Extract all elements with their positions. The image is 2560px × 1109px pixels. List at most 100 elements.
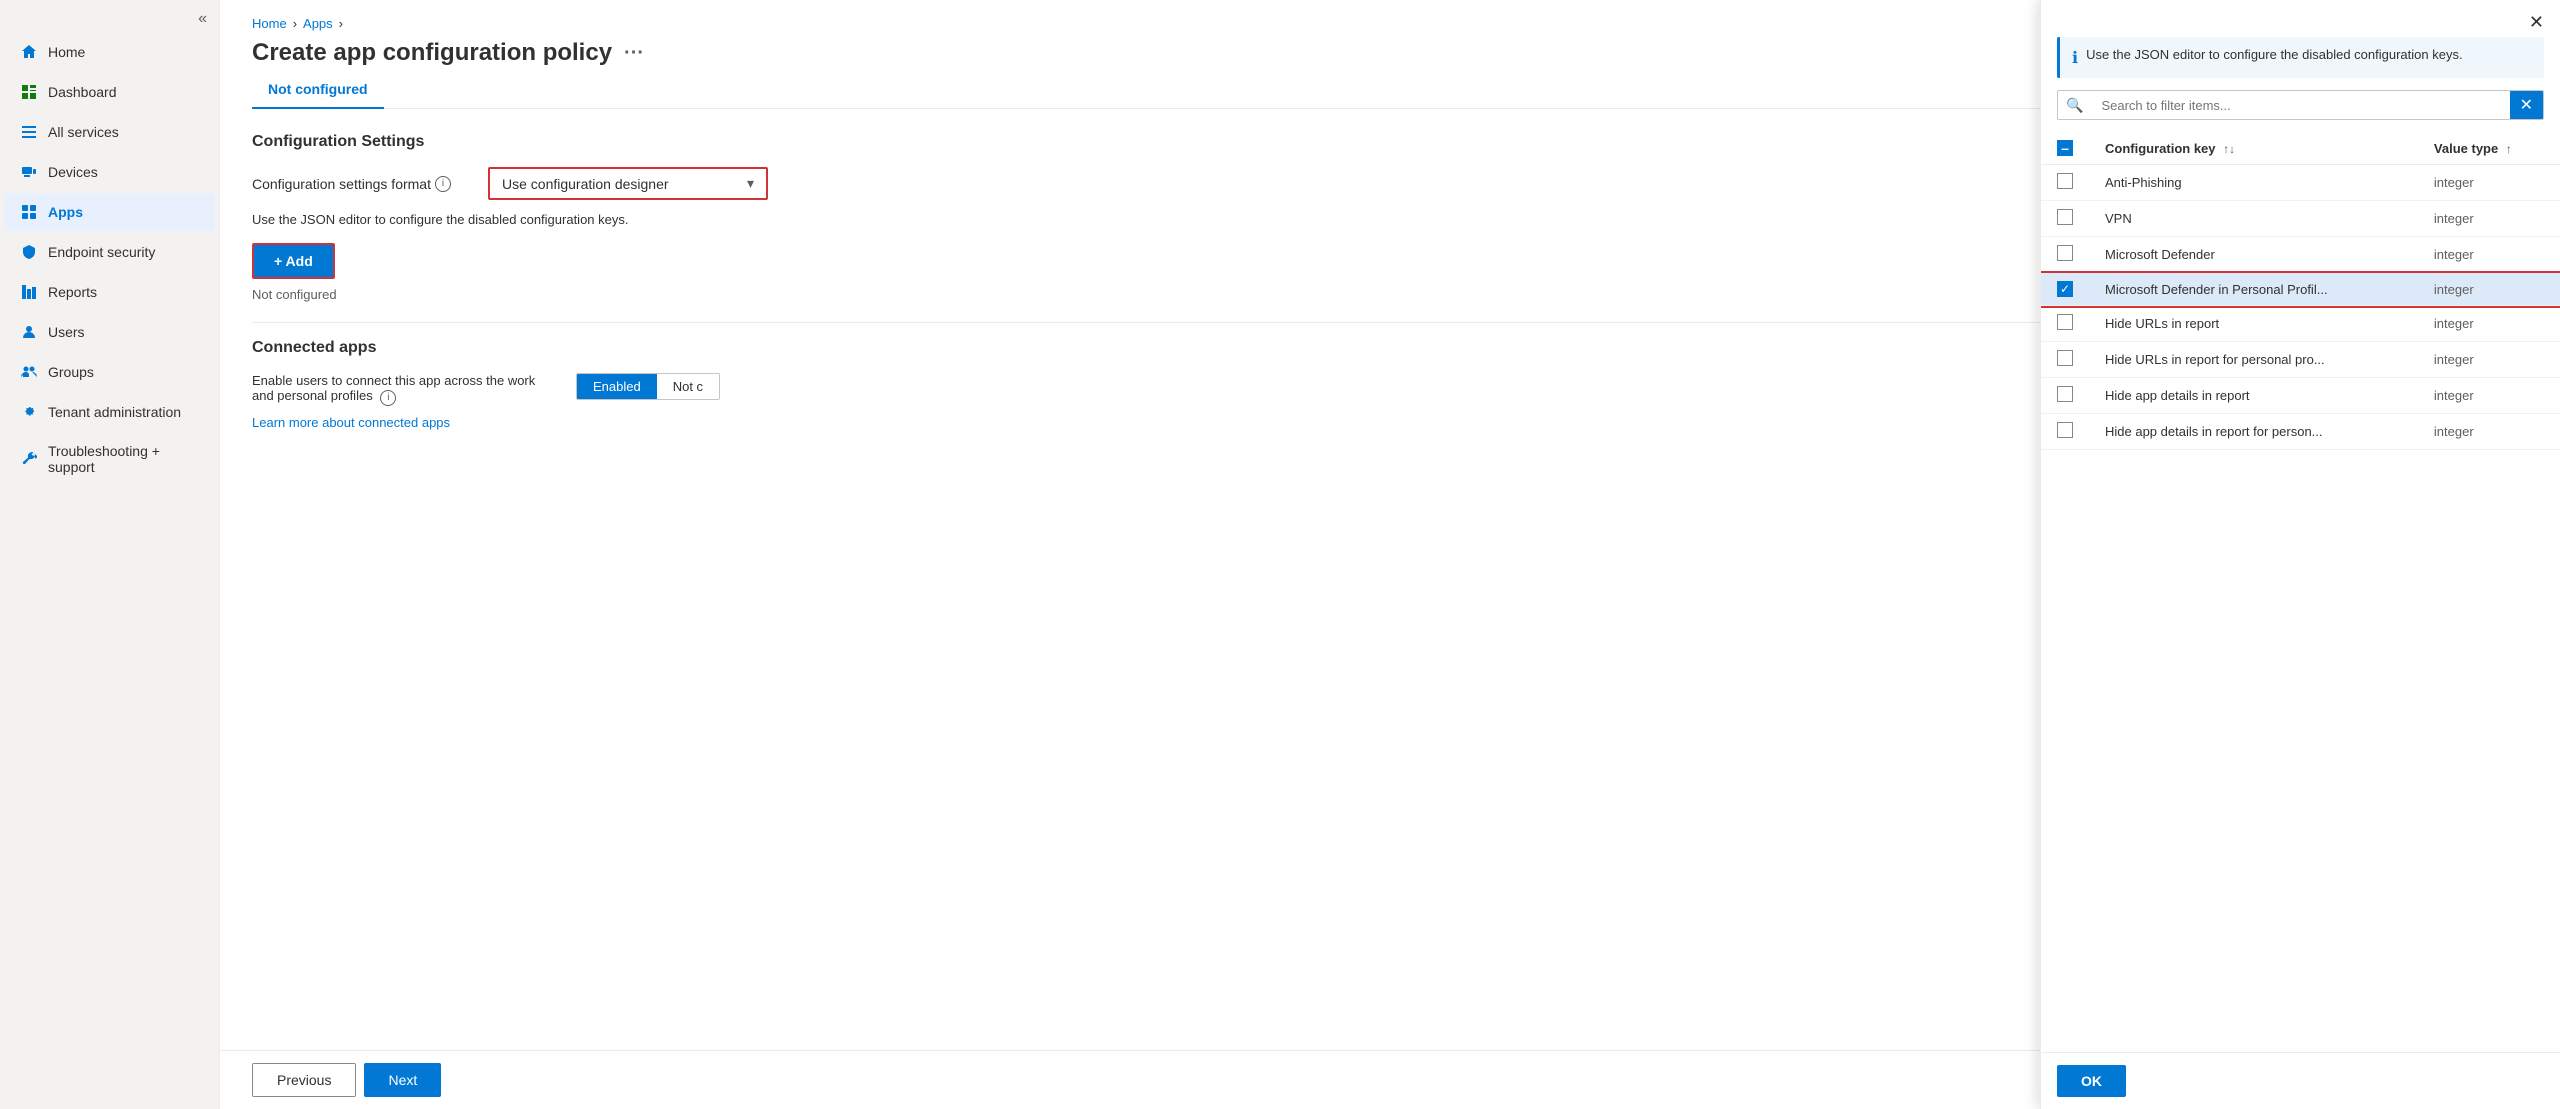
table-row[interactable]: Hide URLs in report for personal pro...i… (2041, 342, 2560, 378)
header-checkbox[interactable] (2057, 140, 2073, 156)
sidebar-item-users[interactable]: Users (4, 313, 215, 351)
panel-info-banner: ℹ Use the JSON editor to configure the d… (2057, 37, 2544, 78)
apps-icon (20, 203, 38, 221)
row-key-label: Hide URLs in report (2089, 306, 2418, 342)
row-value-type: integer (2418, 306, 2560, 342)
sidebar: « Home Dashboard All services Devices Ap… (0, 0, 220, 1109)
sidebar-item-all-services[interactable]: All services (4, 113, 215, 151)
sidebar-item-troubleshooting[interactable]: Troubleshooting + support (4, 433, 215, 485)
table-row[interactable]: Hide app details in reportinteger (2041, 378, 2560, 414)
format-info-icon[interactable]: i (435, 176, 451, 192)
table-row[interactable]: Microsoft Defenderinteger (2041, 237, 2560, 273)
previous-button[interactable]: Previous (252, 1063, 356, 1097)
row-checkbox[interactable] (2057, 314, 2073, 330)
panel-info-icon: ℹ (2072, 48, 2078, 68)
sidebar-item-tenant-admin[interactable]: Tenant administration (4, 393, 215, 431)
panel-search-bar: 🔍 ✕ (2057, 90, 2544, 120)
groups-icon (20, 363, 38, 381)
dropdown-chevron-icon: ▾ (747, 175, 754, 192)
row-key-label: Hide URLs in report for personal pro... (2089, 342, 2418, 378)
row-key-label: VPN (2089, 201, 2418, 237)
sidebar-label-all-services: All services (48, 124, 119, 140)
format-dropdown[interactable]: Use configuration designer ▾ (488, 167, 768, 200)
breadcrumb-apps[interactable]: Apps (303, 16, 333, 31)
panel-table: Configuration key ↑↓ Value type ↑ Anti-P… (2041, 132, 2560, 1052)
table-row[interactable]: Hide URLs in reportinteger (2041, 306, 2560, 342)
table-row[interactable]: Microsoft Defender in Personal Profil...… (2041, 273, 2560, 306)
breadcrumb-sep1: › (293, 16, 297, 31)
reports-icon (20, 283, 38, 301)
panel-header: ✕ (2041, 0, 2560, 37)
row-checkbox-cell (2041, 273, 2089, 306)
toggle-group: Enabled Not c (576, 373, 720, 400)
toggle-enabled[interactable]: Enabled (577, 374, 657, 399)
sidebar-label-apps: Apps (48, 204, 83, 220)
panel-ok-button[interactable]: OK (2057, 1065, 2126, 1097)
row-key-label: Microsoft Defender (2089, 237, 2418, 273)
sidebar-label-endpoint-security: Endpoint security (48, 244, 155, 260)
row-checkbox-cell (2041, 201, 2089, 237)
row-value-type: integer (2418, 378, 2560, 414)
search-icon: 🔍 (2058, 93, 2091, 118)
sidebar-item-endpoint-security[interactable]: Endpoint security (4, 233, 215, 271)
collapse-icon[interactable]: « (198, 10, 207, 28)
learn-more-link[interactable]: Learn more about connected apps (252, 415, 450, 430)
row-value-type: integer (2418, 414, 2560, 450)
col-config-key: Configuration key ↑↓ (2089, 132, 2418, 165)
row-checkbox[interactable] (2057, 281, 2073, 297)
search-input[interactable] (2091, 92, 2509, 119)
table-row[interactable]: Hide app details in report for person...… (2041, 414, 2560, 450)
shield-icon (20, 243, 38, 261)
format-label: Configuration settings format i (252, 176, 472, 192)
sidebar-label-tenant-admin: Tenant administration (48, 404, 181, 420)
sidebar-item-home[interactable]: Home (4, 33, 215, 71)
sidebar-item-groups[interactable]: Groups (4, 353, 215, 391)
table-row[interactable]: Anti-Phishinginteger (2041, 165, 2560, 201)
row-value-type: integer (2418, 237, 2560, 273)
sidebar-label-home: Home (48, 44, 85, 60)
row-checkbox-cell (2041, 378, 2089, 414)
sidebar-collapse-button[interactable]: « (0, 0, 219, 32)
format-dropdown-value: Use configuration designer (502, 176, 669, 192)
sidebar-label-devices: Devices (48, 164, 98, 180)
page-title: Create app configuration policy (252, 39, 612, 67)
sidebar-item-apps[interactable]: Apps (4, 193, 215, 231)
sidebar-item-dashboard[interactable]: Dashboard (4, 73, 215, 111)
sidebar-item-reports[interactable]: Reports (4, 273, 215, 311)
row-checkbox[interactable] (2057, 245, 2073, 261)
sidebar-label-users: Users (48, 324, 85, 340)
row-key-label: Anti-Phishing (2089, 165, 2418, 201)
sidebar-item-devices[interactable]: Devices (4, 153, 215, 191)
sidebar-label-reports: Reports (48, 284, 97, 300)
row-checkbox[interactable] (2057, 173, 2073, 189)
row-checkbox-cell (2041, 342, 2089, 378)
home-icon (20, 43, 38, 61)
table-row[interactable]: VPNinteger (2041, 201, 2560, 237)
sidebar-label-troubleshooting: Troubleshooting + support (48, 443, 199, 475)
users-icon (20, 323, 38, 341)
row-checkbox[interactable] (2057, 386, 2073, 402)
dashboard-icon (20, 83, 38, 101)
devices-icon (20, 163, 38, 181)
row-key-label: Hide app details in report (2089, 378, 2418, 414)
tab-not-configured[interactable]: Not configured (252, 71, 384, 109)
row-checkbox[interactable] (2057, 350, 2073, 366)
next-button[interactable]: Next (364, 1063, 441, 1097)
row-checkbox[interactable] (2057, 422, 2073, 438)
value-type-sort-icon[interactable]: ↑ (2506, 142, 2512, 156)
breadcrumb-home[interactable]: Home (252, 16, 287, 31)
toggle-not-configured[interactable]: Not c (657, 374, 719, 399)
panel-close-button[interactable]: ✕ (2529, 12, 2544, 33)
search-clear-button[interactable]: ✕ (2510, 91, 2543, 119)
all-services-icon (20, 123, 38, 141)
settings-icon (20, 403, 38, 421)
page-title-menu[interactable]: ··· (624, 42, 644, 65)
add-button[interactable]: + Add (252, 243, 335, 279)
row-checkbox[interactable] (2057, 209, 2073, 225)
panel-info-text: Use the JSON editor to configure the dis… (2086, 47, 2463, 62)
main-content: Home › Apps › Create app configuration p… (220, 0, 2560, 1109)
panel-footer: OK (2041, 1052, 2560, 1109)
row-key-label: Hide app details in report for person... (2089, 414, 2418, 450)
connected-apps-info-icon[interactable]: i (380, 390, 396, 406)
sort-arrows-icon[interactable]: ↑↓ (2223, 142, 2235, 156)
